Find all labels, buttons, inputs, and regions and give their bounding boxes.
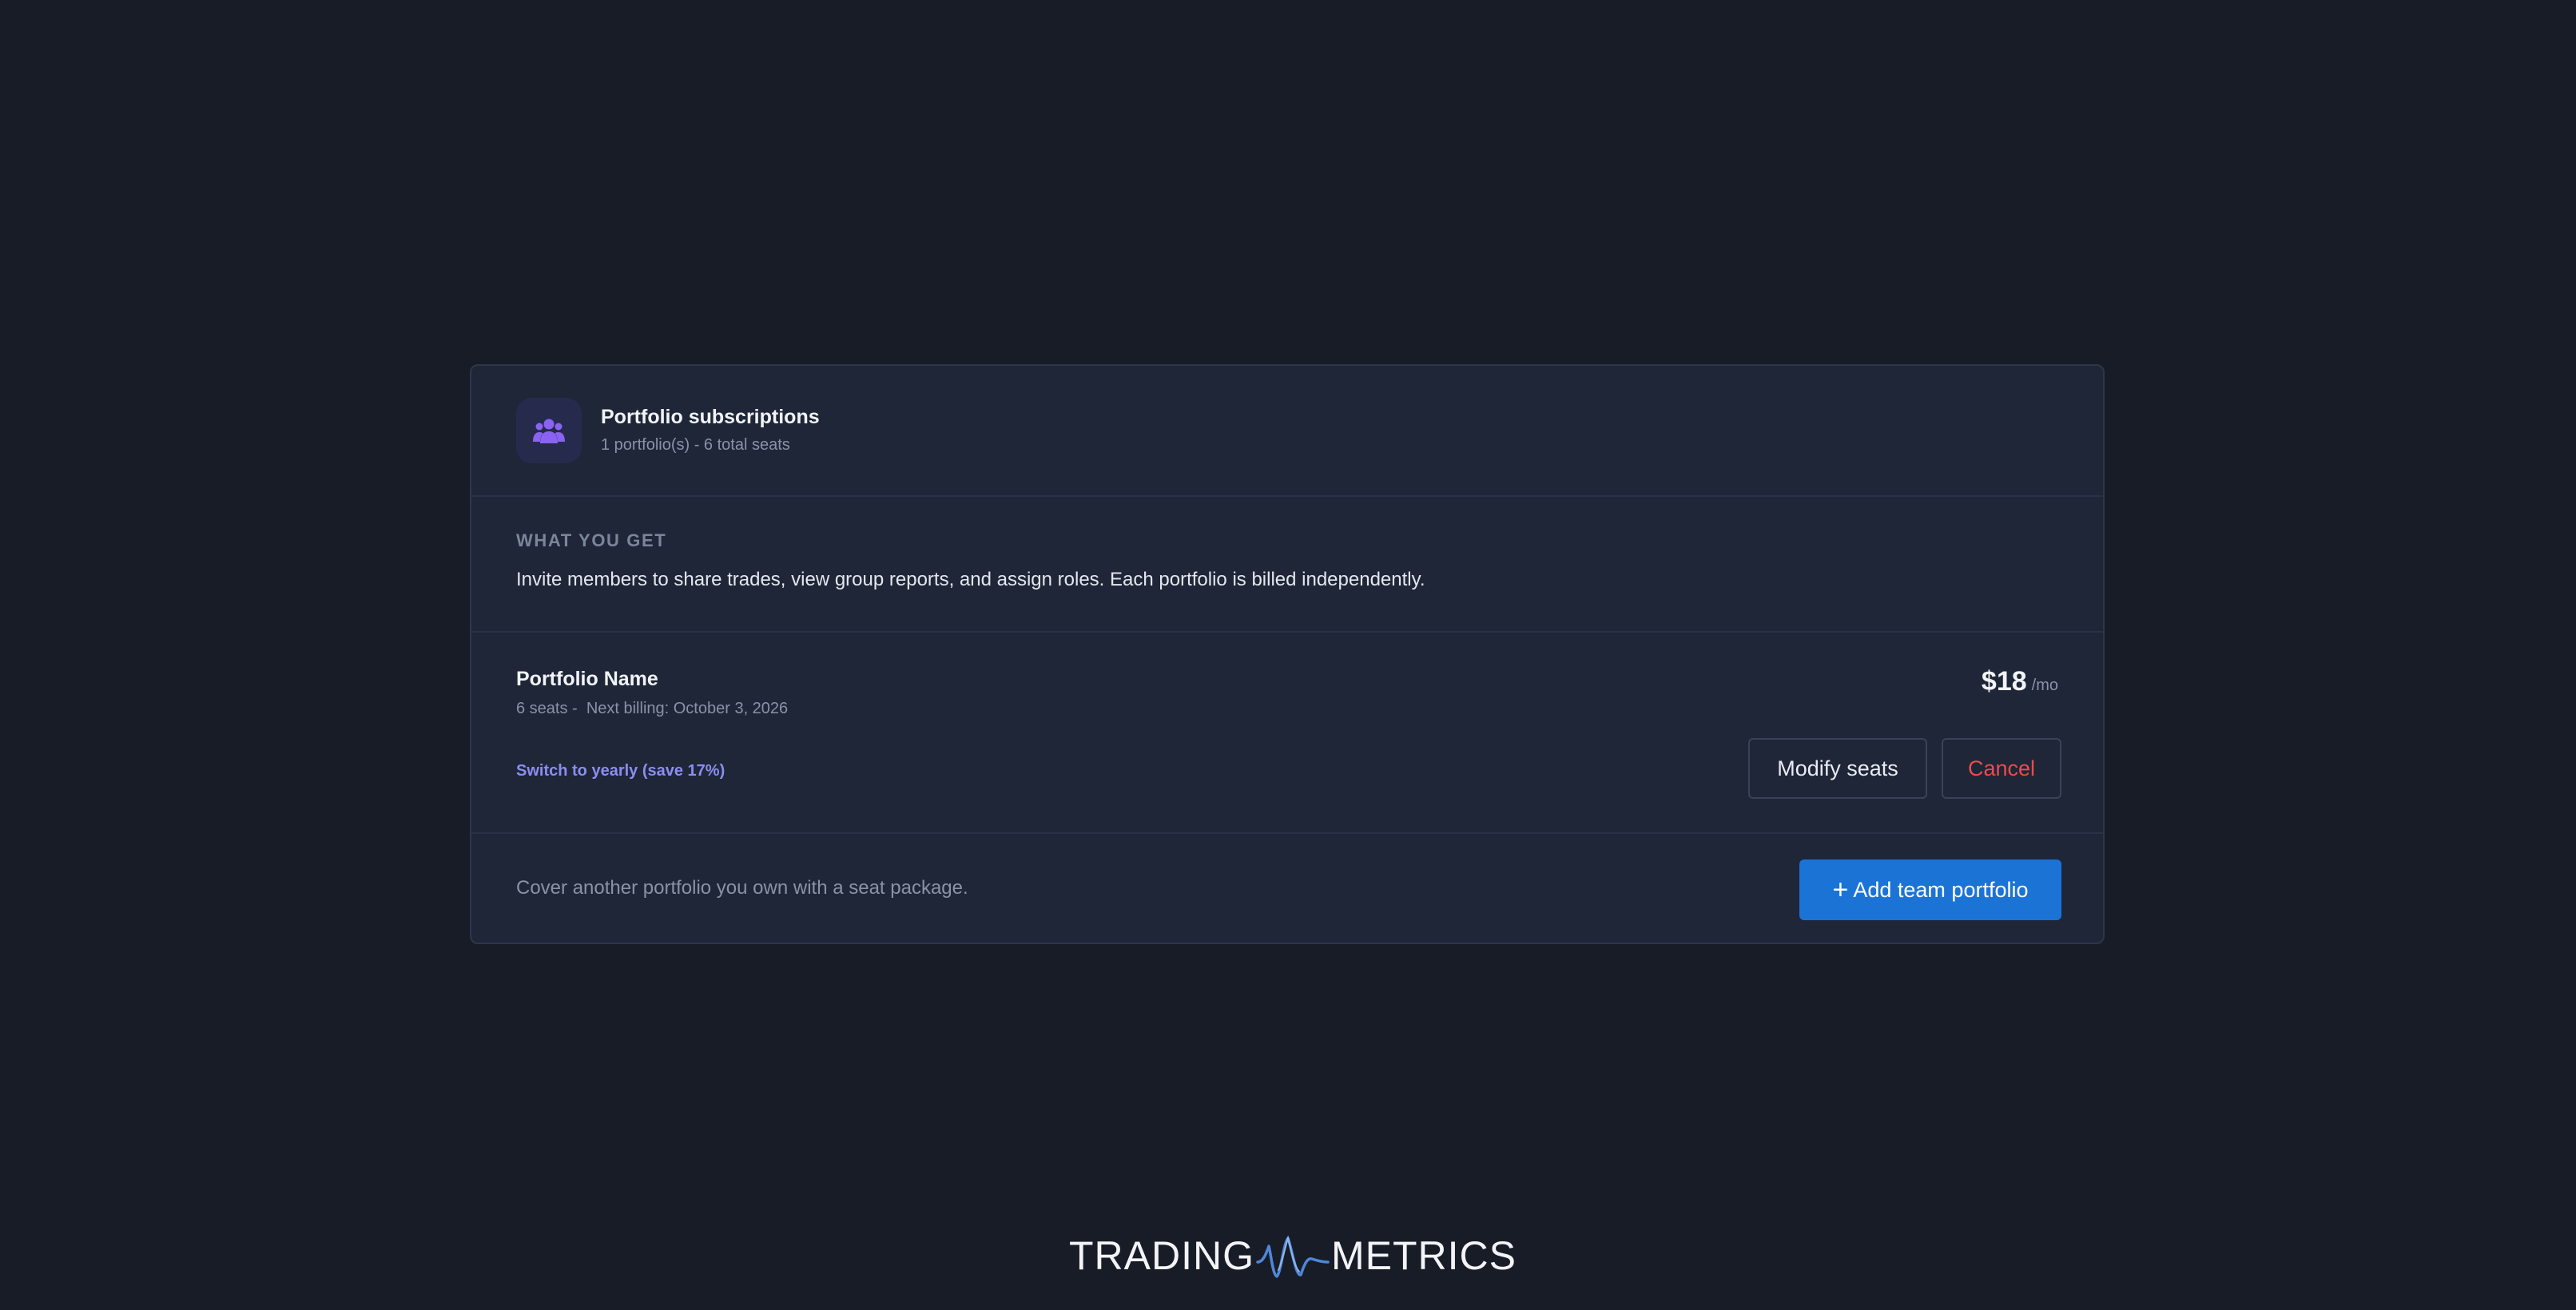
switch-to-yearly-link[interactable]: Switch to yearly (save 17%): [516, 762, 725, 780]
logo-text-right: METRICS: [1331, 1233, 1517, 1278]
portfolio-name: Portfolio Name: [516, 668, 658, 690]
card-header: Portfolio subscriptions 1 portfolio(s) -…: [471, 366, 2103, 497]
benefits-section: WHAT YOU GET Invite members to share tra…: [471, 495, 2103, 633]
section-title: Portfolio subscriptions: [601, 406, 820, 428]
subscription-row: Portfolio Name 6 seats - Next billing: O…: [471, 631, 2103, 834]
section-subtitle: 1 portfolio(s) - 6 total seats: [601, 436, 790, 454]
price: $18 /mo: [1982, 666, 2058, 697]
add-team-portfolio-label: Add team portfolio: [1853, 877, 2029, 902]
benefits-description: Invite members to share trades, view gro…: [516, 569, 1425, 590]
subscription-meta: 6 seats - Next billing: October 3, 2026: [516, 700, 789, 717]
price-unit: /mo: [2031, 677, 2058, 694]
users-group-icon: [516, 398, 582, 463]
footer-hint: Cover another portfolio you own with a s…: [516, 877, 968, 899]
trading-metrics-logo: TRADING METRICS: [1069, 1224, 1517, 1288]
cancel-button[interactable]: Cancel: [1942, 738, 2061, 799]
logo-text-left: TRADING: [1069, 1233, 1254, 1278]
benefits-label: WHAT YOU GET: [516, 530, 667, 550]
add-team-portfolio-button[interactable]: + Add team portfolio: [1799, 859, 2061, 920]
portfolio-subscriptions-card: Portfolio subscriptions 1 portfolio(s) -…: [470, 364, 2105, 944]
plus-icon: +: [1832, 875, 1849, 905]
modify-seats-button[interactable]: Modify seats: [1748, 738, 1927, 799]
card-footer: Cover another portfolio you own with a s…: [471, 832, 2103, 943]
pulse-wave-icon: [1256, 1235, 1330, 1278]
price-amount: $18: [1981, 666, 2027, 697]
